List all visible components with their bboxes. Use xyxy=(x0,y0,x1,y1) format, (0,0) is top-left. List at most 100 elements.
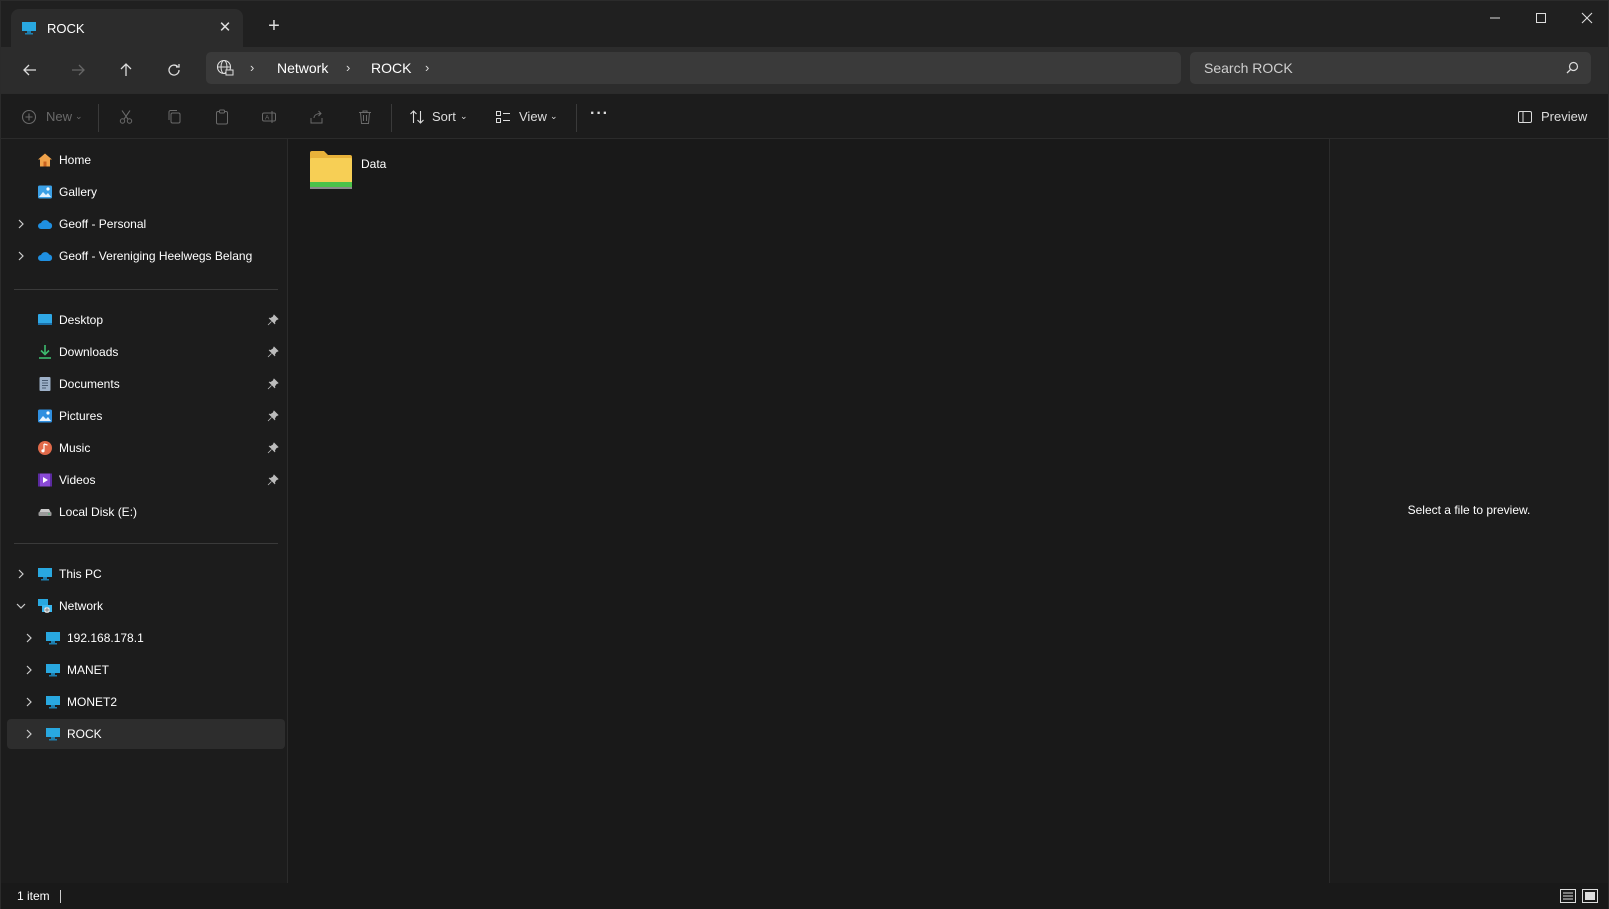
folder-item-data[interactable]: Data xyxy=(309,149,419,195)
view-button[interactable]: View ⌄ xyxy=(494,102,562,132)
chevron-right-icon[interactable]: › xyxy=(250,60,254,75)
chevron-right-icon[interactable] xyxy=(14,567,28,581)
maximize-button[interactable] xyxy=(1518,1,1564,37)
back-button[interactable] xyxy=(12,55,48,85)
chevron-right-icon[interactable] xyxy=(14,249,28,263)
trash-icon xyxy=(359,110,371,124)
sidebar-item-monet2[interactable]: MONET2 xyxy=(7,687,285,717)
see-more-button[interactable]: ··· xyxy=(590,102,612,132)
preview-pane-button[interactable]: Preview xyxy=(1517,102,1587,132)
tab-rock[interactable]: ROCK ✕ xyxy=(11,9,243,47)
sidebar-item-label: This PC xyxy=(59,567,102,581)
sort-label: Sort xyxy=(432,109,456,124)
computer-icon xyxy=(46,696,60,709)
chevron-right-icon[interactable] xyxy=(14,217,28,231)
sidebar-item-local-disk-e[interactable]: Local Disk (E:) xyxy=(7,497,285,527)
sort-button[interactable]: Sort ⌄ xyxy=(408,102,474,132)
refresh-button[interactable] xyxy=(156,55,192,85)
pin-icon[interactable] xyxy=(267,378,279,390)
sidebar-item-network[interactable]: Network xyxy=(7,591,285,621)
sidebar-item-videos[interactable]: Videos xyxy=(7,465,285,495)
sidebar-item-pictures[interactable]: Pictures xyxy=(7,401,285,431)
search-input[interactable]: Search ROCK xyxy=(1190,52,1591,84)
cut-button[interactable] xyxy=(116,102,136,132)
sidebar-item-manet[interactable]: MANET xyxy=(7,655,285,685)
close-icon xyxy=(1581,12,1593,24)
rename-icon: A xyxy=(262,111,276,123)
tiles-view-icon[interactable] xyxy=(1581,888,1599,904)
computer-icon xyxy=(22,22,36,35)
sidebar-item-label: Music xyxy=(59,441,91,455)
desktop-icon xyxy=(38,314,52,325)
sidebar-item-192-168-178-1[interactable]: 192.168.178.1 xyxy=(7,623,285,653)
delete-button[interactable] xyxy=(355,102,375,132)
downloads-icon xyxy=(39,345,51,359)
share-icon xyxy=(310,110,323,124)
rename-button[interactable]: A xyxy=(259,102,279,132)
address-bar[interactable]: › Network › ROCK › xyxy=(206,52,1181,84)
pin-icon[interactable] xyxy=(267,410,279,422)
minimize-button[interactable] xyxy=(1472,1,1518,37)
chevron-right-icon[interactable] xyxy=(22,631,36,645)
svg-text:A: A xyxy=(265,115,270,122)
navigation-pane: Home Gallery Geoff - Personal Geoff - Ve… xyxy=(1,139,288,883)
chevron-right-icon[interactable] xyxy=(22,663,36,677)
title-bar: ROCK ✕ + xyxy=(1,1,1608,47)
forward-button[interactable] xyxy=(60,55,96,85)
details-view-icon[interactable] xyxy=(1559,888,1577,904)
up-button[interactable] xyxy=(108,55,144,85)
sidebar-item-rock[interactable]: ROCK xyxy=(7,719,285,749)
new-tab-button[interactable]: + xyxy=(264,16,284,36)
close-window-button[interactable] xyxy=(1564,1,1609,37)
pin-icon[interactable] xyxy=(267,314,279,326)
new-button[interactable]: New ⌄ xyxy=(19,102,85,132)
sidebar-item-label: Home xyxy=(59,153,92,167)
chevron-down-icon: ⌄ xyxy=(75,111,83,121)
sidebar-item-desktop[interactable]: Desktop xyxy=(7,305,285,335)
share-button[interactable] xyxy=(307,102,327,132)
chevron-right-icon[interactable] xyxy=(22,727,36,741)
sidebar-item-label: MANET xyxy=(67,663,109,677)
sidebar-item-documents[interactable]: Documents xyxy=(7,369,285,399)
scissors-icon xyxy=(119,110,133,124)
sidebar-item-label: Gallery xyxy=(59,185,98,199)
documents-icon xyxy=(39,377,51,391)
sidebar-item-label: 192.168.178.1 xyxy=(67,631,144,645)
chevron-right-icon[interactable] xyxy=(22,695,36,709)
breadcrumb-network[interactable]: Network xyxy=(277,60,328,76)
sidebar-item-label: Videos xyxy=(59,473,96,487)
sidebar-item-music[interactable]: Music xyxy=(7,433,285,463)
close-tab-button[interactable]: ✕ xyxy=(215,18,235,38)
sidebar-item-downloads[interactable]: Downloads xyxy=(7,337,285,367)
more-icon: ··· xyxy=(590,105,609,122)
pin-icon[interactable] xyxy=(267,442,279,454)
preview-label: Preview xyxy=(1541,109,1588,124)
chevron-down-icon[interactable] xyxy=(14,599,28,613)
chevron-right-icon[interactable]: › xyxy=(425,60,429,75)
network-icon xyxy=(38,599,52,613)
gallery-icon xyxy=(38,185,52,199)
preview-pane: Select a file to preview. xyxy=(1329,139,1608,883)
view-list-icon xyxy=(496,111,510,123)
sidebar-item-this-pc[interactable]: This PC xyxy=(7,559,285,589)
arrow-left-icon xyxy=(23,64,36,76)
status-bar: 1 item xyxy=(1,883,1608,909)
pin-icon[interactable] xyxy=(267,346,279,358)
sidebar-item-geoff-personal[interactable]: Geoff - Personal xyxy=(7,209,285,239)
paste-button[interactable] xyxy=(212,102,232,132)
breadcrumb-rock[interactable]: ROCK xyxy=(371,60,411,76)
copy-button[interactable] xyxy=(164,102,184,132)
arrow-up-icon xyxy=(120,63,132,76)
sidebar-item-gallery[interactable]: Gallery xyxy=(7,177,285,207)
sidebar-item-home[interactable]: Home xyxy=(7,145,285,175)
divider xyxy=(98,104,99,132)
sidebar-item-geoff-vereniging[interactable]: Geoff - Vereniging Heelwegs Belang xyxy=(7,241,285,271)
onedrive-icon xyxy=(38,252,53,261)
chevron-right-icon[interactable]: › xyxy=(346,60,350,75)
pin-icon[interactable] xyxy=(267,474,279,486)
new-label: New xyxy=(46,109,73,124)
item-count: 1 item xyxy=(17,889,50,903)
file-list[interactable]: Data xyxy=(289,139,1329,883)
divider xyxy=(14,289,278,290)
music-icon xyxy=(38,441,52,455)
